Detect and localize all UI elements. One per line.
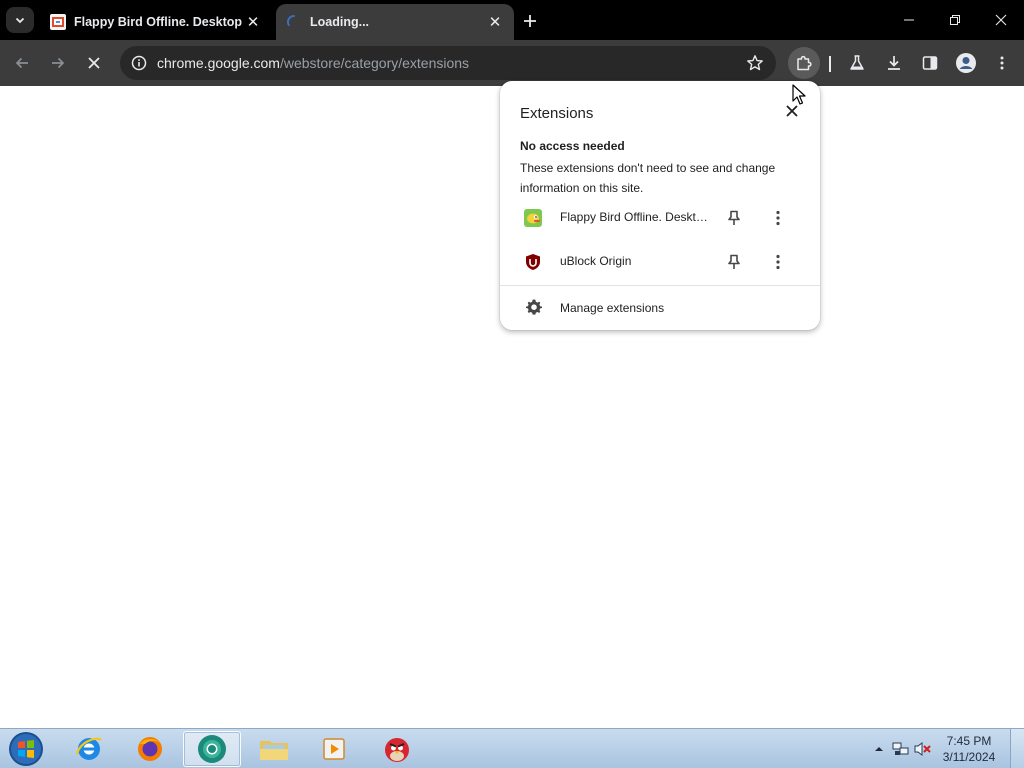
close-tab-icon[interactable]: ✕ [244, 13, 262, 31]
section-heading: No access needed [520, 139, 625, 153]
start-button[interactable] [6, 730, 46, 768]
forward-arrow-icon [52, 57, 65, 69]
volume-tray-icon[interactable] [912, 738, 934, 760]
toolbar-divider [829, 56, 831, 72]
minimize-icon [904, 19, 914, 21]
site-info-button[interactable] [122, 46, 156, 80]
folder-icon [260, 741, 288, 760]
side-panel-icon [922, 56, 938, 70]
stop-loading-button[interactable] [78, 47, 110, 79]
bookmark-button[interactable] [746, 54, 764, 77]
tab-title: Loading... [310, 15, 370, 29]
chevron-down-icon [15, 17, 25, 24]
browser-toolbar: chrome.google.com/webstore/category/exte… [0, 40, 1024, 86]
clock-date: 3/11/2024 [942, 750, 996, 764]
pin-extension-button[interactable] [724, 252, 744, 272]
windows-start-orb-icon [9, 732, 43, 766]
extensions-button[interactable] [788, 47, 820, 79]
restore-button[interactable] [932, 0, 978, 40]
downloads-button[interactable] [878, 47, 910, 79]
close-window-button[interactable] [978, 0, 1024, 40]
close-icon [995, 14, 1007, 26]
manage-extensions-button[interactable]: Manage extensions [500, 287, 820, 327]
extension-row-ublock-origin[interactable]: uBlock Origin [500, 242, 820, 282]
stop-loading-icon [88, 57, 100, 69]
back-button[interactable] [6, 47, 38, 79]
download-icon [888, 56, 900, 70]
pin-icon [728, 254, 740, 269]
url-host: chrome.google.com [157, 55, 280, 71]
angry-birds-icon [385, 738, 409, 762]
clock-time: 7:45 PM [946, 734, 992, 748]
system-tray: 7:45 PM 3/11/2024 [868, 729, 1024, 768]
manage-extensions-label: Manage extensions [560, 301, 665, 315]
flappy-bird-icon [524, 209, 542, 227]
bookmark-star-icon [747, 55, 763, 71]
profile-button[interactable] [950, 47, 982, 79]
url-text[interactable]: chrome.google.com/webstore/category/exte… [157, 55, 469, 71]
internet-explorer-icon [75, 737, 102, 760]
close-icon [786, 105, 798, 117]
popup-title: Extensions [520, 105, 594, 122]
tab-loading[interactable]: Loading... ✕ [276, 4, 514, 40]
chrome-menu-button[interactable] [986, 47, 1018, 79]
network-tray-icon[interactable] [890, 738, 912, 760]
firefox-icon [138, 737, 162, 761]
labs-flask-icon [850, 55, 864, 70]
window-controls [886, 0, 1024, 40]
more-vert-icon [776, 210, 780, 226]
tab-flappy-bird[interactable]: Flappy Bird Offline. Desktop Version ✕ [40, 4, 272, 40]
ublock-origin-icon [526, 254, 540, 270]
extension-name: uBlock Origin [560, 254, 632, 268]
url-path: /webstore/category/extensions [279, 55, 470, 71]
plus-icon [524, 15, 536, 27]
taskbar-firefox[interactable] [121, 731, 179, 767]
address-bar[interactable]: chrome.google.com/webstore/category/exte… [120, 46, 776, 80]
taskbar-angry-birds[interactable] [368, 731, 426, 767]
labs-button[interactable] [841, 47, 873, 79]
flappy-bird-favicon-icon [50, 14, 66, 30]
minimize-button[interactable] [886, 0, 932, 40]
tab-title: Flappy Bird Offline. Desktop Version [74, 15, 244, 29]
extensions-popup: Extensions No access needed These extens… [500, 81, 820, 330]
volume-muted-icon [914, 742, 931, 756]
show-desktop-button[interactable] [1010, 729, 1024, 768]
restore-icon [950, 15, 960, 25]
extension-row-flappy-bird[interactable]: Flappy Bird Offline. Desktop Version [500, 198, 820, 238]
gear-icon [526, 299, 542, 315]
show-hidden-icons-button[interactable] [868, 738, 890, 760]
taskbar-chrome-beta[interactable] [183, 731, 241, 767]
back-arrow-icon [15, 57, 28, 69]
chrome-beta-icon [198, 735, 226, 763]
close-tab-icon[interactable]: ✕ [486, 13, 504, 31]
extension-more-options-button[interactable] [768, 252, 788, 272]
media-player-icon [323, 738, 345, 760]
taskbar-file-explorer[interactable] [245, 731, 303, 767]
pin-icon [728, 210, 740, 225]
tab-strip: Flappy Bird Offline. Desktop Version ✕ L… [0, 0, 1024, 40]
pin-extension-button[interactable] [724, 208, 744, 228]
menu-kebab-icon [1000, 56, 1004, 70]
new-tab-button[interactable] [518, 9, 542, 33]
extensions-puzzle-icon [797, 55, 812, 71]
side-panel-button[interactable] [914, 47, 946, 79]
tab-search-button[interactable] [6, 7, 34, 33]
extension-more-options-button[interactable] [768, 208, 788, 228]
taskbar-internet-explorer[interactable] [60, 731, 118, 767]
chevron-up-icon [875, 747, 883, 751]
taskbar-media-player[interactable] [306, 731, 364, 767]
mouse-cursor-icon [792, 84, 806, 105]
loading-spinner-icon [287, 15, 295, 26]
info-icon [131, 55, 147, 71]
section-description: These extensions don't need to see and c… [520, 161, 776, 195]
forward-button[interactable] [42, 47, 74, 79]
system-clock[interactable]: 7:45 PM 3/11/2024 [934, 733, 1004, 765]
more-vert-icon [776, 254, 780, 270]
popup-divider [500, 285, 820, 286]
extension-name: Flappy Bird Offline. Desktop Version [560, 210, 710, 224]
taskbar: 7:45 PM 3/11/2024 [0, 728, 1024, 768]
network-icon [892, 742, 909, 755]
profile-icon [956, 53, 976, 73]
